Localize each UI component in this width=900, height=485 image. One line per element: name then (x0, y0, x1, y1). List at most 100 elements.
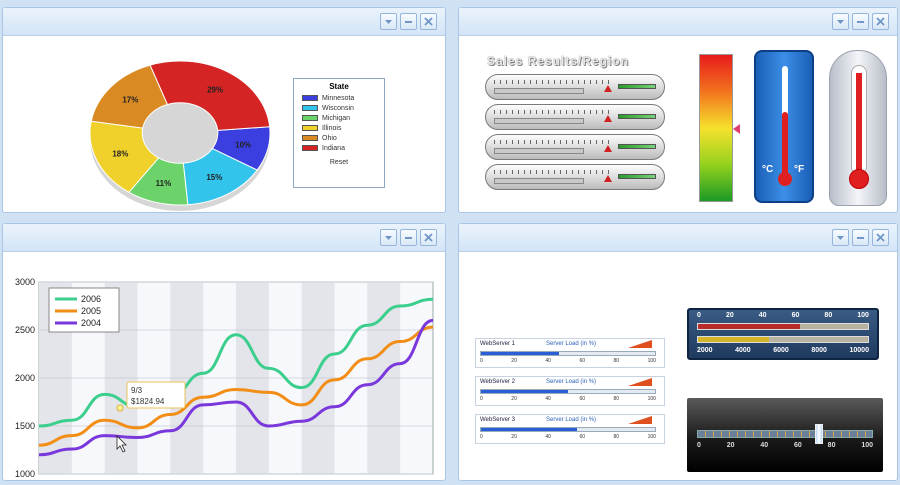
legend-item-illinois[interactable]: Illinois (302, 123, 384, 133)
legend-label: Indiana (322, 144, 345, 152)
scale-tick: 40 (545, 358, 551, 364)
scale-tick: 8000 (811, 347, 827, 354)
gauge-pointer-icon (733, 124, 740, 134)
scale-tick: 60 (579, 396, 586, 402)
y-tick-label: 3000 (15, 277, 35, 287)
load-indicator-icon (628, 416, 652, 424)
legend-item-indiana[interactable]: Indiana (302, 143, 384, 153)
minimize-icon[interactable] (400, 229, 417, 246)
scale-tick: 20 (726, 442, 735, 449)
scale-tick: 80 (613, 358, 620, 364)
server-row[interactable]: WebServer 2 Server Load (in %) 0 20 40 60 80 10… (475, 376, 665, 406)
x-tick-label: Jan (33, 479, 46, 481)
blue-thermometer[interactable]: °C °F (754, 50, 814, 203)
tooltip-value: $1824.94 (131, 397, 165, 406)
legend-label: Ohio (322, 134, 337, 142)
hover-point[interactable] (116, 404, 124, 412)
color-bar-gauge[interactable] (699, 54, 733, 202)
pie-label: 18% (112, 149, 128, 158)
sales-gauge[interactable] (485, 74, 665, 100)
close-icon[interactable] (420, 229, 437, 246)
legend-swatch (302, 125, 318, 131)
x-tick-label: Dec (393, 479, 407, 481)
sales-gauge[interactable] (485, 134, 665, 160)
x-tick-label: Jan (427, 479, 440, 481)
legend-swatch (302, 105, 318, 111)
scale-tick: 100 (647, 358, 656, 364)
slider-gauge[interactable]: 0 20 40 60 80 100 (687, 398, 883, 472)
minimize-icon[interactable] (400, 13, 417, 30)
server-load-bar (480, 427, 656, 432)
server-row[interactable]: WebServer 3 Server Load (in %) 0 20 40 60 80 10… (475, 414, 665, 444)
collapse-icon[interactable] (380, 13, 397, 30)
server-name: WebServer 2 (480, 379, 515, 385)
legend-swatch (302, 95, 318, 101)
legend-label: 2006 (81, 294, 101, 304)
fahrenheit-label: °F (794, 164, 805, 175)
panel-titlebar[interactable] (3, 8, 445, 36)
scale-tick: 100 (647, 396, 656, 402)
scale-tick: 4000 (735, 347, 751, 354)
close-icon[interactable] (420, 13, 437, 30)
legend-item-wisconsin[interactable]: Wisconsin (302, 103, 384, 113)
x-tick-label: Feb (65, 479, 79, 481)
reset-link[interactable]: Reset (294, 159, 384, 166)
sales-gauge[interactable] (485, 104, 665, 130)
scale-tick: 0 (697, 312, 701, 319)
panel-titlebar[interactable] (3, 224, 445, 252)
scale-tick: 100 (647, 434, 656, 440)
collapse-icon[interactable] (832, 13, 849, 30)
pie-label: 17% (122, 96, 138, 105)
scale-tick: 0 (480, 358, 483, 364)
legend-item-ohio[interactable]: Ohio (302, 133, 384, 143)
legend-title: State (329, 82, 349, 91)
scale-tick: 40 (545, 434, 551, 440)
y-tick-label: 1500 (15, 421, 35, 431)
server-name: WebServer 3 (480, 417, 515, 423)
celsius-label: °C (762, 164, 774, 175)
minimize-icon[interactable] (852, 13, 869, 30)
x-tick-label: Apr (131, 479, 144, 481)
x-tick-label: Jun (197, 479, 210, 481)
x-tick-label: Sep (295, 479, 310, 481)
scale-tick: 100 (857, 312, 869, 319)
server-row[interactable]: WebServer 1 Server Load (in %) 0 20 40 60 80 10… (475, 338, 665, 368)
close-icon[interactable] (872, 13, 889, 30)
legend-swatch (302, 115, 318, 121)
scale-tick: 6000 (773, 347, 789, 354)
server-load-panel: WebServer 1 Server Load (in %) 0 20 40 60 80 10… (458, 223, 898, 481)
slider-thumb[interactable] (815, 424, 823, 444)
collapse-icon[interactable] (380, 229, 397, 246)
close-icon[interactable] (872, 229, 889, 246)
scale-tick: 80 (613, 396, 620, 402)
legend-label: Wisconsin (322, 104, 354, 112)
silver-thermometer[interactable] (829, 50, 887, 206)
scale-tick: 10000 (849, 347, 869, 354)
server-load-label: Server Load (in %) (546, 341, 597, 347)
line-chart-panel: 1000 1500 2000 2500 3000 Jan Feb Mar Apr May Jun Ju… (2, 223, 446, 481)
scale-tick: 60 (791, 312, 800, 319)
collapse-icon[interactable] (832, 229, 849, 246)
panel-titlebar[interactable] (459, 224, 897, 252)
scale-tick: 40 (760, 442, 769, 449)
sales-gauge[interactable] (485, 164, 665, 190)
pie-label: 15% (206, 173, 222, 182)
line-chart[interactable]: 1000 1500 2000 2500 3000 Jan Feb Mar Apr May Jun Ju… (3, 252, 446, 481)
legend-swatch (302, 135, 318, 141)
range-gauge[interactable]: 0 20 40 60 80 100 2000 4000 6000 8000 10000 (687, 308, 879, 360)
scale-tick: 80 (824, 312, 833, 319)
server-rows: WebServer 1 Server Load (in %) 0 20 40 60 80 10… (475, 338, 665, 452)
pie-label: 10% (235, 141, 251, 150)
scale-tick: 100 (861, 442, 873, 449)
scale-tick: 2000 (697, 347, 713, 354)
legend-label: Illinois (322, 124, 342, 132)
panel-titlebar[interactable] (459, 8, 897, 36)
scale-tick: 20 (511, 358, 517, 364)
legend-item-michigan[interactable]: Michigan (302, 113, 384, 123)
tooltip-date: 9/3 (131, 386, 143, 395)
legend-item-minnesota[interactable]: Minnesota (302, 93, 384, 103)
minimize-icon[interactable] (852, 229, 869, 246)
server-load-bar (480, 351, 656, 356)
load-indicator-icon (628, 340, 652, 348)
scale-tick: 0 (697, 442, 701, 449)
